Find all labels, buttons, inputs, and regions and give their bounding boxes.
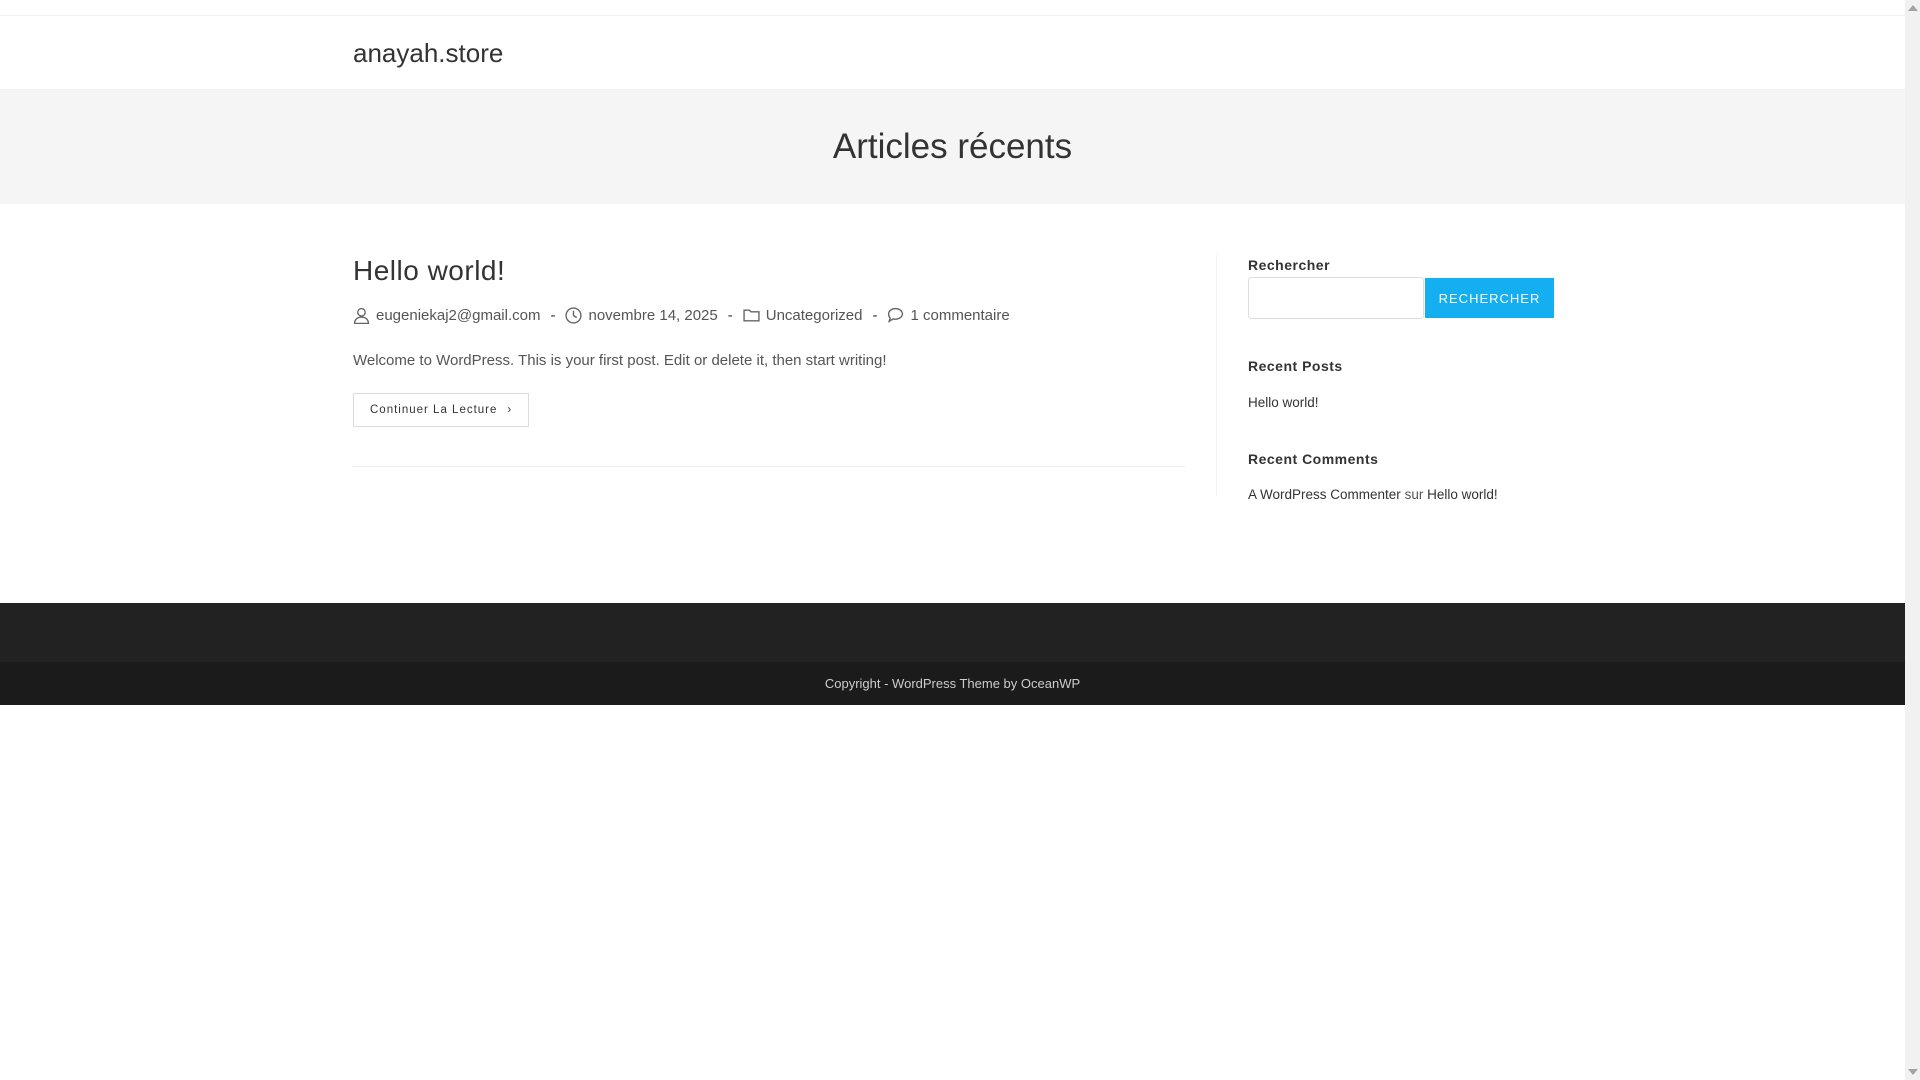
chevron-right-icon: ›	[507, 404, 513, 416]
meta-separator: -	[550, 307, 556, 324]
folder-icon	[743, 309, 760, 322]
post-date: novembre 14, 2025	[588, 307, 718, 324]
top-bar	[0, 0, 1905, 16]
comment-icon	[888, 307, 904, 323]
read-more-button[interactable]: Continuer La Lecture ›	[353, 393, 530, 427]
recent-comment-item: A WordPress Commenter sur Hello world!	[1248, 487, 1556, 502]
copyright-text: Copyright - WordPress Theme by OceanWP	[824, 676, 1081, 691]
footer-bottom: Copyright - WordPress Theme by OceanWP	[0, 662, 1905, 705]
post-entry: Hello world! eugeniekaj2@gmail.com - nov…	[353, 255, 1185, 427]
scroll-down-icon[interactable]	[1908, 1069, 1918, 1075]
comment-sep: sur	[1404, 487, 1424, 502]
meta-separator: -	[727, 307, 733, 324]
post-category[interactable]: Uncategorized	[766, 307, 863, 324]
post-divider	[353, 466, 1185, 467]
comment-post-link[interactable]: Hello world!	[1427, 487, 1498, 502]
sidebar: Rechercher RECHERCHER Recent Posts Hello…	[1216, 255, 1556, 502]
user-icon	[353, 307, 370, 324]
scrollbar[interactable]	[1905, 0, 1920, 1080]
site-header: anayah.store	[0, 16, 1905, 90]
meta-separator: -	[872, 307, 878, 324]
site-title-link[interactable]: anayah.store	[353, 38, 503, 69]
search-button[interactable]: RECHERCHER	[1425, 278, 1554, 318]
recent-posts-title: Recent Posts	[1248, 358, 1343, 374]
post-meta: eugeniekaj2@gmail.com - novembre 14, 202…	[353, 307, 1185, 324]
search-form: RECHERCHER	[1248, 277, 1556, 319]
post-excerpt: Welcome to WordPress. This is your first…	[353, 352, 887, 369]
clock-icon	[565, 307, 583, 324]
comment-author-link[interactable]: A WordPress Commenter	[1248, 487, 1401, 502]
post-comments-link[interactable]: 1 commentaire	[910, 307, 1009, 324]
search-input[interactable]	[1248, 277, 1424, 319]
recent-comments-title: Recent Comments	[1248, 451, 1379, 467]
footer-widgets	[0, 603, 1905, 662]
scroll-up-icon[interactable]	[1908, 5, 1918, 11]
read-more-label: Continuer La Lecture	[370, 404, 498, 416]
page-header: Articles récents	[0, 90, 1905, 204]
post-title[interactable]: Hello world!	[353, 255, 1185, 287]
post-author[interactable]: eugeniekaj2@gmail.com	[376, 307, 540, 324]
page-title: Articles récents	[832, 127, 1073, 166]
search-widget-title: Rechercher	[1248, 257, 1331, 273]
recent-post-link[interactable]: Hello world!	[1248, 395, 1319, 410]
